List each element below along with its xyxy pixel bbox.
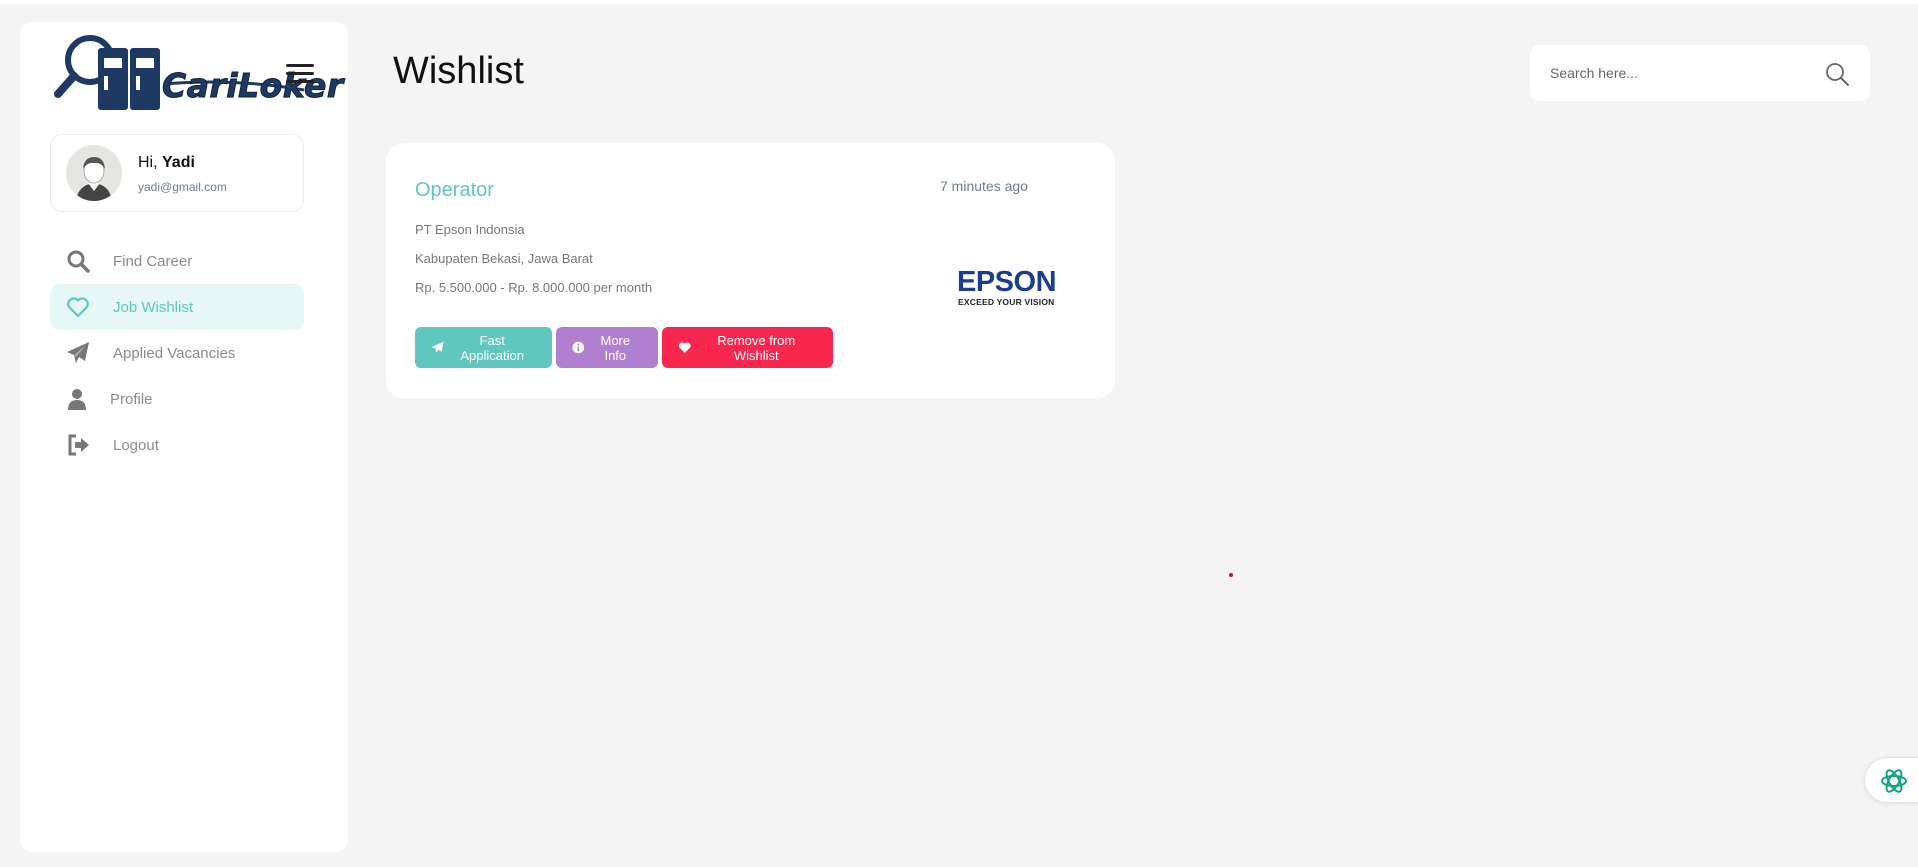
job-company: PT Epson Indonsia	[415, 222, 525, 237]
sidebar-item-profile[interactable]: Profile	[50, 376, 304, 422]
menu-toggle-button[interactable]	[286, 64, 314, 88]
hamburger-line	[286, 72, 314, 75]
sidebar-item-find-career[interactable]: Find Career	[50, 238, 304, 284]
logout-icon	[68, 434, 89, 456]
sidebar-item-label: Profile	[110, 390, 153, 408]
avatar	[66, 145, 122, 201]
user-email: yadi@gmail.com	[138, 180, 227, 194]
search-icon	[67, 250, 90, 273]
search-input[interactable]	[1550, 61, 1810, 85]
sidebar-nav: Find Career Job Wishlist Applied Vacanci…	[50, 238, 304, 468]
user-icon	[68, 389, 86, 410]
job-location: Kabupaten Bekasi, Jawa Barat	[415, 251, 593, 266]
sidebar-item-label: Find Career	[113, 252, 193, 270]
more-info-label: More Info	[600, 332, 631, 363]
company-logo: EPSON EXCEED YOUR VISION	[957, 267, 1069, 307]
paper-plane-icon	[67, 342, 89, 363]
user-card[interactable]: Hi, Yadi yadi@gmail.com	[50, 134, 304, 212]
openai-icon	[1881, 769, 1907, 793]
sidebar-item-job-wishlist[interactable]: Job Wishlist	[50, 284, 304, 330]
sidebar: CariLoker Hi, Yadi yadi@gmail.com Find C…	[20, 22, 348, 852]
brand-name: CariLoker	[162, 66, 344, 106]
job-posted-time: 7 minutes ago	[940, 178, 1028, 194]
page-title: Wishlist	[393, 50, 524, 92]
remove-from-wishlist-button[interactable]: Remove from Wishlist	[662, 327, 833, 368]
sidebar-item-applied-vacancies[interactable]: Applied Vacancies	[50, 330, 304, 376]
sidebar-item-logout[interactable]: Logout	[50, 422, 304, 468]
top-border	[0, 0, 1918, 4]
heart-icon	[67, 297, 89, 318]
job-actions: Fast Application More Info Remove from W…	[415, 327, 833, 368]
user-name: Yadi	[162, 154, 195, 171]
search-box	[1530, 45, 1870, 101]
more-info-button[interactable]: More Info	[556, 327, 658, 368]
greeting-text: Hi,	[138, 154, 158, 171]
hamburger-line	[286, 64, 314, 67]
remove-from-wishlist-label: Remove from Wishlist	[717, 332, 796, 363]
sidebar-item-label: Job Wishlist	[113, 298, 194, 316]
job-title[interactable]: Operator	[415, 179, 494, 202]
company-logo-tagline: EXCEED YOUR VISION	[958, 297, 1055, 307]
avatar-icon	[66, 145, 122, 201]
job-salary: Rp. 5.500.000 - Rp. 8.000.000 per month	[415, 280, 653, 295]
company-logo-name: EPSON	[957, 266, 1057, 298]
hamburger-line	[286, 80, 314, 83]
paper-plane-icon	[431, 341, 444, 353]
job-card: Operator 7 minutes ago PT Epson Indonsia…	[386, 143, 1115, 398]
floating-assistant-button[interactable]	[1864, 757, 1918, 803]
search-icon[interactable]	[1824, 61, 1850, 87]
sidebar-item-label: Logout	[113, 436, 159, 454]
fast-application-button[interactable]: Fast Application	[415, 327, 552, 368]
heart-icon	[678, 342, 691, 353]
sidebar-item-label: Applied Vacancies	[113, 344, 236, 362]
red-dot	[1229, 573, 1233, 577]
info-circle-icon	[572, 341, 585, 354]
fast-application-label: Fast Application	[460, 332, 524, 363]
brand-logo[interactable]: CariLoker	[54, 32, 344, 118]
user-greeting: Hi, Yadi	[138, 154, 195, 172]
